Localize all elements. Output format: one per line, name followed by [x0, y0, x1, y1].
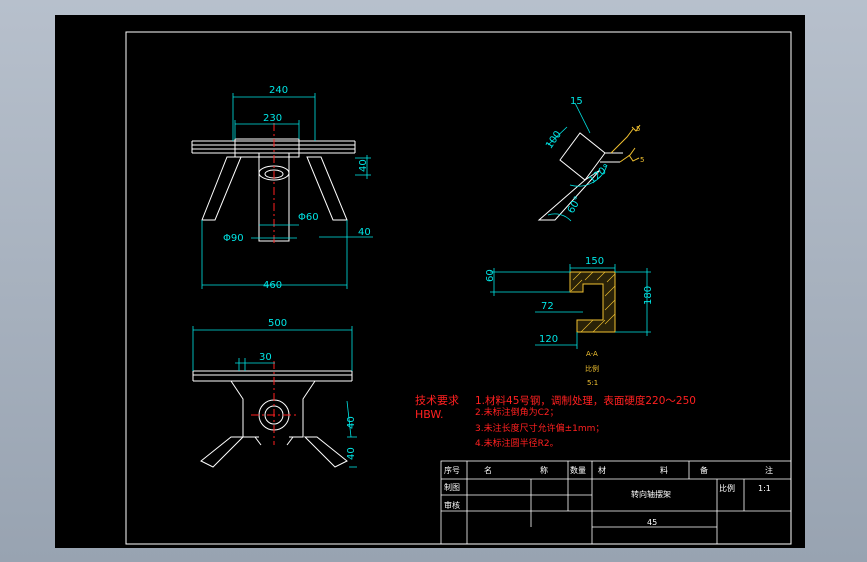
dim-sect-120: 120	[539, 334, 558, 345]
weld-size-1: 5	[636, 125, 640, 133]
dim-detail-120deg: 120°	[587, 162, 613, 186]
tech-note-1: 1.材料45号钢，调制处理，表面硬度220～250	[475, 394, 696, 407]
tb-name-1: 名	[484, 465, 492, 475]
dim-sect-60: 60	[485, 269, 496, 282]
tech-note-4: 4.未标注圆半径R2。	[475, 437, 559, 449]
dim-front-dia90: Φ90	[223, 233, 244, 244]
dim-front-230: 230	[263, 113, 282, 124]
section-view	[569, 271, 616, 333]
tb-material: 45	[647, 518, 657, 527]
title-block-text: 序号 名 称 数量 材 料 备 注 制图 审核 转向轴摆架 比例 1:1 45	[444, 465, 773, 527]
drawing-sheet[interactable]: 240 230 40 Φ60 Φ90 40 460 500 30 40 40 1…	[55, 15, 805, 548]
section-dimensions	[490, 264, 651, 349]
tb-checked: 审核	[444, 500, 460, 510]
top-view	[192, 370, 353, 468]
detail-weld-symbol	[610, 124, 641, 163]
tb-rem-1: 备	[700, 465, 708, 475]
dim-top-500: 500	[268, 318, 287, 329]
dim-front-40-bottom: 40	[358, 227, 371, 238]
top-dimension-labels: 500 30 40 40	[259, 318, 357, 460]
dim-top-40-a: 40	[346, 416, 357, 429]
section-dimension-labels: 150 60 72 180 120	[485, 256, 654, 345]
front-dimension-labels: 240 230 40 Φ60 Φ90 40 460	[223, 85, 371, 291]
section-scale-value: 5:1	[587, 379, 598, 387]
tb-mat-1: 材	[598, 465, 606, 475]
tech-note-3: 3.未注长度尺寸允许偏±1mm；	[475, 422, 604, 434]
dim-detail-60deg: 60°	[566, 195, 584, 216]
detail-dimension-labels: 15 100 120° 60°	[544, 96, 612, 216]
tb-scale-label: 比例	[719, 483, 735, 493]
tb-scale-value: 1:1	[758, 484, 771, 493]
tech-notes-heading: 技术要求	[415, 394, 459, 407]
front-view	[191, 138, 356, 242]
section-scale-label: 比例	[585, 364, 599, 373]
tb-rem-2: 注	[765, 465, 773, 475]
dim-sect-150: 150	[585, 256, 604, 267]
tb-qty: 数量	[570, 465, 586, 475]
title-block	[440, 460, 792, 545]
section-labels: A-A 比例 5:1	[585, 350, 599, 387]
tech-notes-heading-tail: HBW.	[415, 408, 444, 421]
dim-front-40-top: 40	[358, 159, 369, 172]
tb-drawn: 制图	[444, 482, 460, 492]
dim-top-30: 30	[259, 352, 272, 363]
dim-front-240: 240	[269, 85, 288, 96]
technical-notes: 技术要求 HBW. 1.材料45号钢，调制处理，表面硬度220～250 2.未标…	[415, 394, 696, 449]
weld-size-2: 5	[640, 156, 644, 164]
front-dimensions	[201, 93, 373, 289]
dim-front-460: 460	[263, 280, 282, 291]
detail-view	[537, 132, 623, 221]
dim-sect-72: 72	[541, 301, 554, 312]
tb-part-name: 转向轴摆架	[631, 489, 671, 499]
dim-detail-100: 100	[544, 129, 564, 151]
drawing-canvas: 240 230 40 Φ60 Φ90 40 460 500 30 40 40 1…	[125, 31, 792, 545]
dim-sect-180: 180	[643, 286, 654, 305]
detail-dimensions	[547, 102, 608, 222]
tb-name-2: 称	[540, 465, 548, 475]
dim-front-dia60: Φ60	[298, 212, 319, 223]
dim-top-40-b: 40	[346, 447, 357, 460]
top-dimensions	[192, 326, 357, 468]
tb-mat-2: 料	[660, 465, 668, 475]
dim-detail-15: 15	[570, 96, 583, 107]
drawing-border	[125, 31, 792, 545]
tb-seq: 序号	[444, 465, 460, 475]
detail-weld-labels: 5 5	[636, 125, 644, 164]
tech-note-2: 2.未标注倒角为C2；	[475, 406, 559, 418]
section-label: A-A	[586, 350, 598, 358]
